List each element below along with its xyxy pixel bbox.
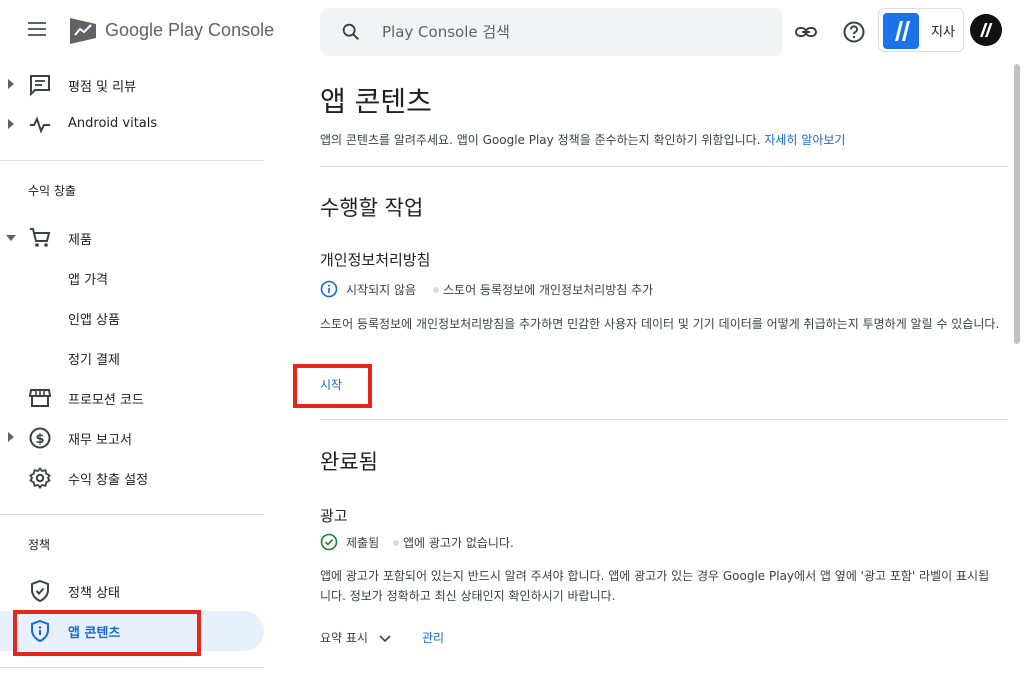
sidebar-item-label: 수익 창출 설정 [68,473,149,488]
separator-dot [393,540,399,546]
chevron-down-icon [379,634,391,642]
show-summary-toggle[interactable]: 요약 표시 [320,629,392,646]
gear-icon [29,467,51,489]
play-console-logo [70,18,96,44]
info-icon [320,280,338,298]
top-app-bar: Google Play Console 지사 [0,0,1024,64]
dollar-icon: $ [29,427,51,449]
task-title-privacy-policy: 개인정보처리방침 [320,251,431,269]
task-status-privacy-policy: 시작되지 않음 스토어 등록정보에 개인정보처리방침 추가 [320,279,920,299]
sidebar-item-products[interactable]: 제품 [0,218,264,258]
sidebar-item-label: 재무 보고서 [68,433,132,448]
sidebar-item-label: 정책 상태 [68,586,120,601]
manage-button[interactable]: 관리 [422,629,444,646]
sidebar-item-reviews[interactable]: 평점 및 리뷰 [0,65,264,105]
task-status-ads: 제출됨 앱에 광고가 없습니다. [320,532,920,552]
page-description-text: 앱의 콘텐츠를 알려주세요. 앱이 Google Play 정책을 준수하는지 … [320,133,761,147]
sidebar-item-label: 평점 및 리뷰 [68,80,137,95]
avatar[interactable] [970,14,1002,46]
expand-caret-icon [8,119,14,129]
section-title-monetize: 수익 창출 [28,184,76,198]
sidebar-item-label: Android vitals [68,116,158,131]
page-description: 앱의 콘텐츠를 알려주세요. 앱이 Google Play 정책을 준수하는지 … [320,131,845,148]
expand-caret-icon [8,432,14,442]
divider [320,166,1008,167]
divider [320,419,1008,420]
sidebar-item-label: 프로모션 코드 [68,393,144,408]
vitals-icon [30,116,50,134]
status-detail: 앱에 광고가 없습니다. [403,536,514,550]
separator-dot [433,287,439,293]
learn-more-link[interactable]: 자세히 알아보기 [764,133,845,147]
sidebar-item-monetization-setup[interactable]: 수익 창출 설정 [0,458,264,498]
account-switcher[interactable]: 지사 [878,8,964,52]
sidebar-nav: 평점 및 리뷰 Android vitals 수익 창출 제품 앱 가격 인앱 … [0,64,280,680]
status-detail: 스토어 등록정보에 개인정보처리방침 추가 [443,283,654,297]
search-bar[interactable] [320,8,782,56]
scrollbar[interactable] [1014,64,1020,344]
link-icon[interactable] [794,20,818,44]
sidebar-item-subscriptions[interactable]: 정기 결제 [0,338,264,378]
status-badge: 시작되지 않음 [346,283,417,297]
sidebar-item-label: 제품 [68,233,92,248]
search-icon [342,23,360,41]
section-heading-done: 완료됨 [320,450,378,474]
reviews-icon [30,75,50,97]
sidebar-item-android-vitals[interactable]: Android vitals [0,105,264,145]
sidebar-item-label: 정기 결제 [68,353,120,368]
status-badge: 제출됨 [346,536,380,550]
section-title-policy: 정책 [28,538,51,552]
task-description: 스토어 등록정보에 개인정보처리방침을 추가하면 민감한 사용자 데이터 및 기… [320,317,1000,331]
divider [0,667,264,668]
divider [0,514,264,515]
expand-caret-icon [8,79,14,89]
section-heading-todo: 수행할 작업 [320,196,424,220]
sidebar-item-label: 앱 가격 [68,273,109,288]
menu-icon[interactable] [28,22,50,42]
highlight-box-app-content [13,610,201,656]
show-summary-label: 요약 표시 [320,631,368,645]
account-name: 지사 [931,25,955,40]
task-description: 앱에 광고가 포함되어 있는지 반드시 알려 주셔야 합니다. 앱에 광고가 있… [320,569,990,603]
search-input[interactable] [382,20,762,44]
sidebar-item-label: 인앱 상품 [68,313,120,328]
brand-title: Google Play Console [105,20,275,40]
highlight-box-start [293,364,372,408]
cart-icon [30,228,51,247]
account-logo-icon [883,13,919,49]
page-title: 앱 콘텐츠 [320,85,432,118]
sidebar-item-app-pricing[interactable]: 앱 가격 [0,258,264,298]
svg-text:$: $ [35,432,44,447]
task-title-ads: 광고 [320,507,348,525]
sidebar-item-in-app-products[interactable]: 인앱 상품 [0,298,264,338]
sidebar-item-promo-codes[interactable]: 프로모션 코드 [0,378,264,418]
collapse-caret-icon [6,235,16,241]
shield-check-icon [31,579,49,603]
divider [0,160,264,161]
sidebar-item-policy-status[interactable]: 정책 상태 [0,571,264,611]
check-circle-icon [320,533,338,551]
help-icon[interactable] [842,20,866,44]
sidebar-item-financial-reports[interactable]: $ 재무 보고서 [0,418,264,458]
store-icon [28,389,52,407]
